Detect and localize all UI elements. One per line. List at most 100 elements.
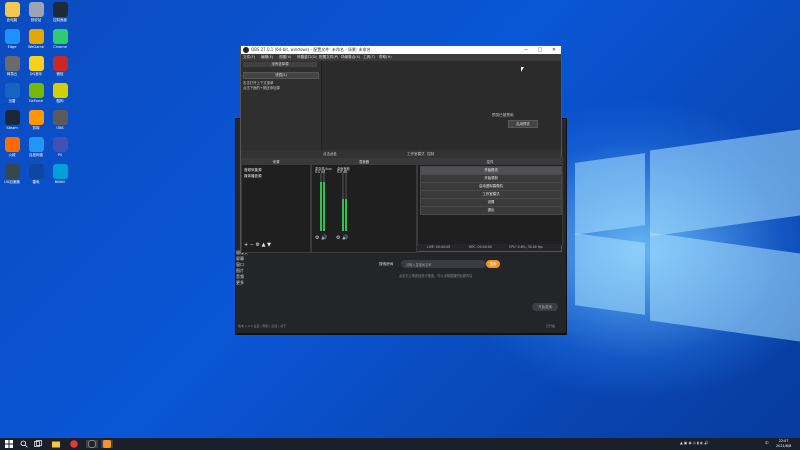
stream-tool-taskbar-icon[interactable] xyxy=(101,440,113,448)
panel-header: 没有选择源 xyxy=(243,62,317,67)
tray-icons[interactable]: ▲ ▣ ◉ ◎ ▮ ◐ 🔊 xyxy=(680,441,709,445)
speaker-icon[interactable]: 🔊 xyxy=(321,235,327,241)
app-taskbar-icon[interactable] xyxy=(70,440,78,448)
source-item[interactable]: 媒体播放源 xyxy=(244,174,262,179)
tool-more[interactable]: 更多 xyxy=(236,280,566,286)
desktop-icon[interactable]: PS xyxy=(50,137,70,157)
desktop-icon[interactable]: 网易云 xyxy=(2,56,22,77)
menu-scene-collection[interactable]: 场景集合(S) xyxy=(341,55,360,60)
cpu-status: CPU: 0.6%, 30.00 fps xyxy=(509,245,543,249)
menu-view[interactable]: 视图(V) xyxy=(279,55,291,60)
desktop-icon-label: 火绒 xyxy=(8,153,16,157)
filters-button[interactable]: 滤镜(S) xyxy=(243,72,319,79)
speaker-icon[interactable]: 🔊 xyxy=(342,235,348,241)
desktop-icon[interactable]: Steam xyxy=(2,110,22,130)
mouse-cursor xyxy=(521,67,524,72)
menu-help[interactable]: 帮助(H) xyxy=(379,55,392,60)
enable-preview-button[interactable]: 启用预览 xyxy=(508,120,538,128)
search-icon[interactable] xyxy=(20,440,28,448)
desktop-icon-label: UU加速器 xyxy=(4,180,20,184)
volume-meter xyxy=(323,173,325,231)
desktop-icon-label: 控制面板 xyxy=(53,18,67,22)
filters-panel: 没有选择源 滤镜(S) 右击打开上下文菜单 点击下面的+按钮添加源 xyxy=(241,61,322,161)
desktop-icon[interactable]: Bilibili xyxy=(50,164,70,184)
desktop-icon[interactable]: 火绒 xyxy=(2,137,22,158)
docks: 来源 音频采集源 媒体播放源 + − ⚙ ▲ ▼ 混音器 麦克风/Aux 0.0… xyxy=(241,158,563,253)
controls-toggle[interactable]: 控制 xyxy=(427,152,434,157)
start-live-button[interactable]: 开始直播 xyxy=(532,303,558,311)
desktop-icon[interactable]: 雷电 xyxy=(26,164,46,185)
app-icon xyxy=(28,83,44,98)
live-status: LIVE: 00:00:00 xyxy=(427,245,451,249)
stream-tool-lower: 搜索房间 请输入直播间名称 搜索 点击右上角按钮进行搜索，可以设置直播的标题内容… xyxy=(235,250,567,334)
app-icon xyxy=(52,164,68,179)
app-icon xyxy=(52,137,68,152)
desktop-icon-label: 酷狗 xyxy=(56,99,64,103)
meter-fill xyxy=(320,181,322,231)
meter-fill xyxy=(323,181,325,231)
start-button[interactable] xyxy=(5,440,13,448)
preview-controls-label: 点击此处 xyxy=(323,152,337,156)
task-view-icon[interactable] xyxy=(34,440,42,448)
desktop-icon[interactable]: OBS xyxy=(50,110,70,130)
desktop-icon-label: Edge xyxy=(7,45,17,49)
app-icon xyxy=(4,56,20,71)
meter-fill xyxy=(345,199,347,231)
menu-profile[interactable]: 配置文件(P) xyxy=(319,55,338,60)
desktop-icon-label: WeGame xyxy=(28,45,44,49)
desktop-icon[interactable]: 百度网盘 xyxy=(26,137,46,158)
obs-window[interactable]: OBS 27.0.1 (64-bit, windows) - 配置文件: 未命名… xyxy=(240,45,563,253)
desktop-icon-label: Chrome xyxy=(53,45,67,49)
menu-file[interactable]: 文件(F) xyxy=(243,55,255,60)
app-icon xyxy=(4,83,20,98)
desktop-icon[interactable]: 酷狗 xyxy=(50,83,70,104)
desktop-icon[interactable]: Edge xyxy=(2,29,22,49)
desktop-icon[interactable]: 剪映 xyxy=(26,110,46,131)
status-bar: LIVE: 00:00:00 REC: 00:00:00 CPU: 0.6%, … xyxy=(419,244,561,250)
obs-titlebar[interactable]: OBS 27.0.1 (64-bit, windows) - 配置文件: 未命名… xyxy=(241,46,561,54)
preview-controls: 点击此处 工作室模式 控制 xyxy=(241,150,561,158)
desktop-icon[interactable]: WeGame xyxy=(26,29,46,49)
desktop-icon-label: QQ音乐 xyxy=(29,72,43,76)
desktop-icon[interactable]: Chrome xyxy=(50,29,70,49)
menu-docks[interactable]: 停靠窗口(D) xyxy=(297,55,317,60)
desktop-icon[interactable]: UU加速器 xyxy=(2,164,22,185)
obs-taskbar-icon[interactable] xyxy=(86,439,98,449)
gear-icon[interactable]: ⚙ xyxy=(315,235,319,241)
windows-logo-light xyxy=(650,129,800,237)
search-label: 搜索房间 xyxy=(379,262,394,266)
minimize-button[interactable]: − xyxy=(519,46,533,54)
desktop-icon[interactable]: 控制面板 xyxy=(50,2,70,23)
app-icon xyxy=(52,56,68,71)
desktop-icon[interactable]: 微信 xyxy=(50,56,70,77)
source-item[interactable]: 音频采集源 xyxy=(244,168,262,173)
file-explorer-icon[interactable] xyxy=(52,440,60,448)
gear-icon[interactable]: ⚙ xyxy=(336,235,340,241)
menu-edit[interactable]: 编辑(E) xyxy=(261,55,273,60)
app-icon xyxy=(4,29,20,44)
app-icon xyxy=(28,137,44,152)
desktop-icon-label: Bilibili xyxy=(54,180,66,184)
desktop-icon[interactable]: QQ音乐 xyxy=(26,56,46,77)
desktop-icon[interactable]: 回收站 xyxy=(26,2,46,23)
studio-mode-toggle[interactable]: 工作室模式 xyxy=(407,152,425,157)
desktop-icon-label: Steam xyxy=(6,126,18,130)
ime-indicator[interactable]: 中 xyxy=(765,441,769,446)
panel-text: 点击下面的+按钮添加源 xyxy=(243,86,280,90)
exit-button[interactable]: 退出 xyxy=(420,206,562,215)
menu-tools[interactable]: 工具(T) xyxy=(363,55,375,60)
mixer-header: 混音器 xyxy=(312,159,416,165)
desktop-icons: 此电脑 回收站 控制面板 Edge WeGame Chrome 网易云 QQ音乐 微信迅雷 GeF… xyxy=(2,2,77,432)
desktop-icon[interactable]: 此电脑 xyxy=(2,2,22,23)
rec-status: REC: 00:00:00 xyxy=(469,245,492,249)
search-button[interactable]: 搜索 xyxy=(486,260,500,268)
sources-toolbar[interactable]: + − ⚙ ▲ ▼ xyxy=(244,242,271,248)
clock[interactable]: 22:07 2021/6/8 xyxy=(776,439,791,448)
desktop-icon[interactable]: GeForce xyxy=(26,83,46,103)
preview-area: 预览已被禁用 启用预览 xyxy=(322,61,561,161)
search-input[interactable]: 请输入直播间名称 xyxy=(401,260,486,268)
maximize-button[interactable]: □ xyxy=(533,46,547,54)
app-icon xyxy=(4,164,20,179)
desktop-icon[interactable]: 迅雷 xyxy=(2,83,22,104)
close-button[interactable]: ✕ xyxy=(547,46,561,54)
